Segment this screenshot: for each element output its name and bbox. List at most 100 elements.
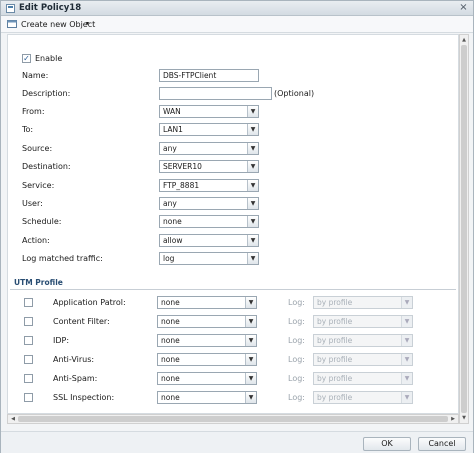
- anti-virus-select[interactable]: none ▼: [157, 353, 257, 366]
- dropdown-arrow-icon[interactable]: ▼: [401, 373, 412, 384]
- idp-checkbox[interactable]: [24, 336, 33, 345]
- dropdown-arrow-icon[interactable]: ▼: [247, 253, 258, 264]
- anti-spam-checkbox[interactable]: [24, 374, 33, 383]
- content-filter-select[interactable]: none ▼: [157, 315, 257, 328]
- utm-profile-section: UTM Profile: [10, 278, 456, 290]
- source-select[interactable]: any ▼: [159, 142, 259, 155]
- destination-row: Destination: SERVER10 ▼: [8, 160, 458, 174]
- log-row: Log matched traffic: log ▼: [8, 252, 458, 266]
- application-patrol-select[interactable]: none ▼: [157, 296, 257, 309]
- anti-spam-log-select[interactable]: by profile ▼: [313, 372, 413, 385]
- description-label: Description:: [22, 89, 71, 98]
- ssl-inspection-select[interactable]: none ▼: [157, 391, 257, 404]
- enable-checkbox[interactable]: ✓: [22, 54, 31, 63]
- log-label: Log:: [288, 317, 305, 326]
- dropdown-arrow-icon[interactable]: ▼: [247, 198, 258, 209]
- from-row: From: WAN ▼: [8, 105, 458, 119]
- application-patrol-log-select[interactable]: by profile ▼: [313, 296, 413, 309]
- user-select[interactable]: any ▼: [159, 197, 259, 210]
- ssl-inspection-log-value: by profile: [317, 393, 353, 402]
- title-bar: Edit Policy18 ×: [1, 1, 473, 16]
- to-select[interactable]: LAN1 ▼: [159, 123, 259, 136]
- dialog-title: Edit Policy18: [19, 3, 82, 13]
- source-row: Source: any ▼: [8, 142, 458, 156]
- description-row: Description: (Optional): [8, 87, 458, 101]
- create-new-object-menu[interactable]: Create new Object: [21, 20, 95, 29]
- anti-virus-log-select[interactable]: by profile ▼: [313, 353, 413, 366]
- ok-button[interactable]: OK: [363, 437, 411, 451]
- utm-row-label: Anti-Virus:: [53, 355, 95, 364]
- dropdown-arrow-icon[interactable]: ▼: [401, 297, 412, 308]
- dropdown-arrow-icon[interactable]: ▼: [245, 392, 256, 403]
- dropdown-arrow-icon[interactable]: ▼: [401, 392, 412, 403]
- service-label: Service:: [22, 181, 55, 190]
- name-field[interactable]: DBS-FTPClient: [159, 69, 259, 82]
- log-matched-traffic-label: Log matched traffic:: [22, 254, 103, 263]
- log-label: Log:: [288, 374, 305, 383]
- service-select[interactable]: FTP_8881 ▼: [159, 179, 259, 192]
- user-label: User:: [22, 199, 43, 208]
- chevron-down-icon[interactable]: ▾: [86, 20, 89, 27]
- dropdown-arrow-icon[interactable]: ▼: [401, 335, 412, 346]
- dropdown-arrow-icon[interactable]: ▼: [247, 124, 258, 135]
- service-row: Service: FTP_8881 ▼: [8, 179, 458, 193]
- dropdown-arrow-icon[interactable]: ▼: [401, 316, 412, 327]
- ssl-inspection-checkbox[interactable]: [24, 393, 33, 402]
- action-label: Action:: [22, 236, 50, 245]
- application-patrol-value: none: [161, 298, 180, 307]
- dropdown-arrow-icon[interactable]: ▼: [247, 216, 258, 227]
- horizontal-scrollbar[interactable]: ◀ ▶: [7, 414, 459, 424]
- idp-select[interactable]: none ▼: [157, 334, 257, 347]
- dropdown-arrow-icon[interactable]: ▼: [245, 316, 256, 327]
- scroll-left-icon[interactable]: ◀: [9, 415, 17, 423]
- edit-policy-dialog: Edit Policy18 × Create new Object ▾ ✓ En…: [0, 0, 474, 453]
- ssl-inspection-log-select[interactable]: by profile ▼: [313, 391, 413, 404]
- from-value: WAN: [163, 107, 181, 116]
- log-label: Log:: [288, 336, 305, 345]
- anti-virus-checkbox[interactable]: [24, 355, 33, 364]
- schedule-select[interactable]: none ▼: [159, 215, 259, 228]
- content-filter-checkbox[interactable]: [24, 317, 33, 326]
- action-select[interactable]: allow ▼: [159, 234, 259, 247]
- dropdown-arrow-icon[interactable]: ▼: [245, 373, 256, 384]
- to-value: LAN1: [163, 125, 183, 134]
- idp-value: none: [161, 336, 180, 345]
- anti-virus-log-value: by profile: [317, 355, 353, 364]
- description-field[interactable]: [159, 87, 272, 100]
- dropdown-arrow-icon[interactable]: ▼: [401, 354, 412, 365]
- from-select[interactable]: WAN ▼: [159, 105, 259, 118]
- utm-row-anti-virus: Anti-Virus: none ▼ Log: by profile ▼: [8, 353, 458, 367]
- dropdown-arrow-icon[interactable]: ▼: [245, 335, 256, 346]
- user-value: any: [163, 199, 177, 208]
- dropdown-arrow-icon[interactable]: ▼: [247, 106, 258, 117]
- scroll-down-icon[interactable]: ▼: [461, 414, 467, 422]
- close-icon[interactable]: ×: [458, 3, 469, 14]
- vertical-scrollbar[interactable]: ▲ ▼: [459, 34, 469, 424]
- application-patrol-checkbox[interactable]: [24, 298, 33, 307]
- dropdown-arrow-icon[interactable]: ▼: [245, 354, 256, 365]
- utm-row-label: Content Filter:: [53, 317, 110, 326]
- log-select[interactable]: log ▼: [159, 252, 259, 265]
- dropdown-arrow-icon[interactable]: ▼: [247, 180, 258, 191]
- dropdown-arrow-icon[interactable]: ▼: [247, 161, 258, 172]
- utm-row-label: SSL Inspection:: [53, 393, 115, 402]
- idp-log-select[interactable]: by profile ▼: [313, 334, 413, 347]
- service-value: FTP_8881: [163, 181, 200, 190]
- content-filter-value: none: [161, 317, 180, 326]
- scroll-up-icon[interactable]: ▲: [461, 36, 467, 44]
- scroll-right-icon[interactable]: ▶: [449, 415, 457, 423]
- dropdown-arrow-icon[interactable]: ▼: [247, 143, 258, 154]
- anti-spam-select[interactable]: none ▼: [157, 372, 257, 385]
- schedule-label: Schedule:: [22, 217, 62, 226]
- to-label: To:: [22, 125, 34, 134]
- destination-select[interactable]: SERVER10 ▼: [159, 160, 259, 173]
- dropdown-arrow-icon[interactable]: ▼: [247, 235, 258, 246]
- vertical-scroll-thumb[interactable]: [461, 45, 467, 413]
- enable-row: ✓ Enable: [8, 52, 458, 66]
- horizontal-scroll-thumb[interactable]: [18, 416, 448, 422]
- dropdown-arrow-icon[interactable]: ▼: [245, 297, 256, 308]
- user-row: User: any ▼: [8, 197, 458, 211]
- content-filter-log-select[interactable]: by profile ▼: [313, 315, 413, 328]
- cancel-button[interactable]: Cancel: [418, 437, 466, 451]
- destination-label: Destination:: [22, 162, 71, 171]
